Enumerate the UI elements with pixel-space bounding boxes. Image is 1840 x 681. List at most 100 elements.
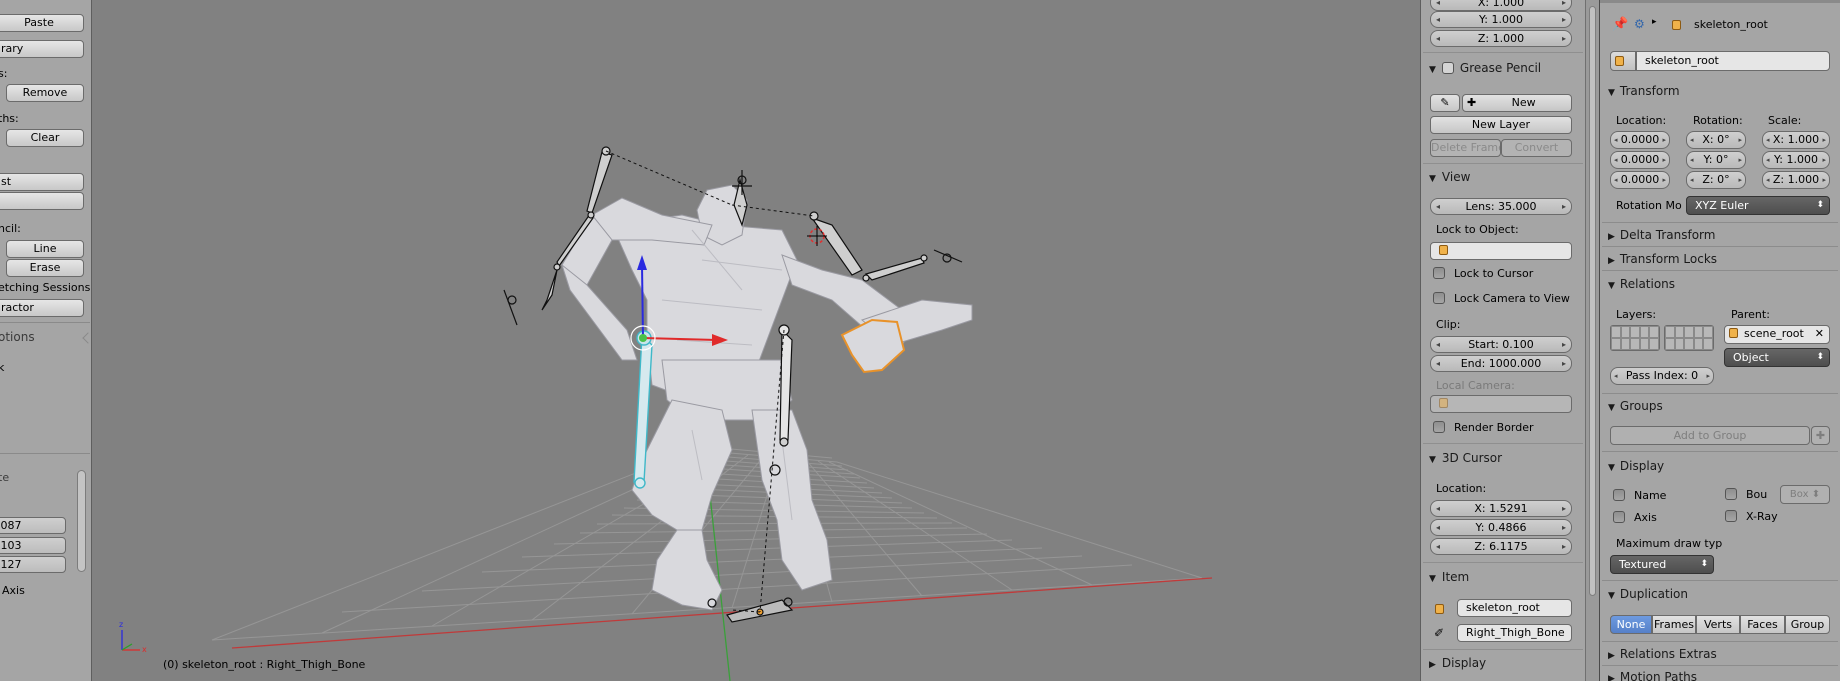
clip-label: Clip:	[1436, 318, 1461, 331]
duplication-none-button[interactable]: None	[1610, 615, 1652, 634]
rotation-mode-select[interactable]: XYZ Euler ⬍	[1686, 196, 1830, 215]
lock-to-cursor-checkbox[interactable]: Lock to Cursor	[1433, 267, 1533, 280]
convert-button[interactable]: Convert	[1501, 139, 1572, 157]
layers-grid-1[interactable]	[1610, 325, 1660, 351]
clip-end-field[interactable]: ◂ End: 1000.000 ▸	[1430, 355, 1572, 372]
clear-button[interactable]: Clear	[6, 129, 84, 147]
transform-locks-header[interactable]: ▶ Transform Locks	[1608, 252, 1717, 266]
close-icon: ✕	[1814, 327, 1824, 340]
relations-header[interactable]: ▼ Relations	[1608, 277, 1675, 291]
max-draw-type-select[interactable]: Textured ⬍	[1610, 555, 1714, 574]
dimension-y-field[interactable]: ◂ Y: 1.000 ▸	[1430, 11, 1572, 28]
bounds-checkbox[interactable]: Bou	[1725, 488, 1767, 501]
clip-start-field[interactable]: ◂ Start: 0.100 ▸	[1430, 336, 1572, 353]
resize-grip-icon[interactable]	[82, 332, 91, 344]
local-camera-field[interactable]	[1430, 395, 1572, 413]
display-header[interactable]: ▼ Display	[1608, 459, 1664, 473]
context-icon: ⚙	[1634, 17, 1645, 31]
panel-scrollbar[interactable]	[1585, 0, 1600, 681]
scrollbar[interactable]	[77, 470, 86, 572]
bounds-type-select[interactable]: Box ⬍	[1780, 485, 1830, 504]
rotation-y-field[interactable]: ◂ Y: 0° ▸	[1686, 151, 1746, 169]
scale-x-field[interactable]: ◂ X: 1.000 ▸	[1762, 131, 1830, 149]
library-button[interactable]: rary	[0, 40, 84, 58]
lock-object-field[interactable]	[1430, 242, 1572, 260]
name-checkbox[interactable]: Name	[1613, 489, 1666, 502]
view-properties-panel: ◂ X: 1.000 ▸ ◂ Y: 1.000 ▸ ◂ Z: 1.000 ▸ ▼ Grease…	[1420, 0, 1585, 681]
duplication-header[interactable]: ▼ Duplication	[1608, 587, 1688, 601]
value-field-2[interactable]: .103	[0, 537, 66, 554]
paste-button[interactable]: Paste	[0, 14, 84, 32]
object-name-field[interactable]: skeleton_root	[1636, 51, 1830, 71]
relations-extras-header[interactable]: ▶ Relations Extras	[1608, 647, 1717, 661]
cursor-location-label: Location:	[1436, 482, 1487, 495]
divider	[1423, 562, 1583, 563]
new-grease-pencil-button[interactable]: ✚ New	[1462, 94, 1572, 112]
divider	[1602, 665, 1838, 666]
view-header[interactable]: ▼ View	[1429, 170, 1470, 184]
pass-index-field[interactable]: ◂ Pass Index: 0 ▸	[1610, 367, 1714, 385]
blank-button[interactable]	[0, 192, 84, 210]
remove-button[interactable]: Remove	[6, 84, 84, 102]
duplication-frames-button[interactable]: Frames	[1652, 615, 1696, 634]
object-datablock-button[interactable]	[1610, 51, 1636, 71]
duplication-verts-button[interactable]: Verts	[1696, 615, 1740, 634]
dimension-x-field[interactable]: ◂ X: 1.000 ▸	[1430, 0, 1572, 11]
item-object-name-field[interactable]: skeleton_root	[1457, 599, 1572, 617]
pencil-label: ncil:	[0, 222, 21, 235]
location-label: Location:	[1616, 114, 1667, 127]
svg-text:z: z	[119, 620, 123, 629]
divider	[1602, 270, 1838, 271]
value-field-3[interactable]: .127	[0, 556, 66, 573]
add-to-group-button[interactable]: Add to Group	[1610, 426, 1810, 445]
list-button[interactable]: st	[0, 173, 84, 191]
groups-header[interactable]: ▼ Groups	[1608, 399, 1663, 413]
render-border-checkbox[interactable]: Render Border	[1433, 421, 1534, 434]
cursor-x-field[interactable]: ◂ X: 1.5291 ▸	[1430, 500, 1572, 517]
line-button[interactable]: Line	[6, 240, 84, 258]
erase-button[interactable]: Erase	[6, 259, 84, 277]
value-field-1[interactable]: .087	[0, 517, 66, 534]
rotation-x-field[interactable]: ◂ X: 0° ▸	[1686, 131, 1746, 149]
attractor-button[interactable]: ractor	[0, 299, 84, 317]
xray-checkbox[interactable]: X-Ray	[1725, 510, 1778, 523]
scrollbar-thumb[interactable]	[1589, 6, 1596, 596]
cursor-y-field[interactable]: ◂ Y: 0.4866 ▸	[1430, 519, 1572, 536]
transform-header[interactable]: ▼ Transform	[1608, 84, 1680, 98]
duplication-faces-button[interactable]: Faces	[1740, 615, 1785, 634]
motion-paths-header[interactable]: ▶ Motion Paths	[1608, 670, 1697, 681]
location-y-field[interactable]: ◂ 0.0000 ▸	[1610, 151, 1670, 169]
delete-frame-button[interactable]: Delete Frame	[1430, 139, 1501, 157]
new-layer-button[interactable]: New Layer	[1430, 116, 1572, 134]
grease-pencil-header[interactable]: ▼ Grease Pencil	[1429, 61, 1541, 75]
rotation-z-field[interactable]: ◂ Z: 0° ▸	[1686, 171, 1746, 189]
display-header[interactable]: ▶ Display	[1429, 656, 1486, 670]
parent-type-select[interactable]: Object ⬍	[1724, 348, 1830, 367]
options-header[interactable]: otions	[0, 330, 35, 344]
object-icon	[1672, 19, 1681, 32]
axis-checkbox[interactable]: Axis	[1613, 511, 1657, 524]
object-properties-panel: 📌 ⚙ ▸ skeleton_root skeleton_root ▼ Trans…	[1600, 0, 1840, 681]
add-group-plus-button[interactable]: ✚	[1811, 426, 1830, 445]
3d-viewport[interactable]: z x (0) skeleton_root : Right_Thigh_Bone	[92, 0, 1420, 681]
scale-z-field[interactable]: ◂ Z: 1.000 ▸	[1762, 171, 1830, 189]
duplication-group-button[interactable]: Group	[1785, 615, 1830, 634]
pencil-datablock-icon[interactable]: ✎	[1430, 94, 1460, 112]
3d-cursor-header[interactable]: ▼ 3D Cursor	[1429, 451, 1502, 465]
dimension-z-field[interactable]: ◂ Z: 1.000 ▸	[1430, 30, 1572, 47]
lens-field[interactable]: ◂ Lens: 35.000 ▸	[1430, 198, 1572, 215]
lock-camera-to-view-checkbox[interactable]: Lock Camera to View	[1433, 292, 1570, 305]
layers-grid-2[interactable]	[1664, 325, 1714, 351]
scale-label: Scale:	[1768, 114, 1802, 127]
location-z-field[interactable]: ◂ 0.0000 ▸	[1610, 171, 1670, 189]
pin-icon[interactable]: 📌	[1612, 17, 1628, 32]
location-x-field[interactable]: ◂ 0.0000 ▸	[1610, 131, 1670, 149]
item-bone-name-field[interactable]: Right_Thigh_Bone	[1457, 624, 1572, 642]
cursor-z-field[interactable]: ◂ Z: 6.1175 ▸	[1430, 538, 1572, 555]
axis-indicator: z x	[119, 620, 147, 654]
item-header[interactable]: ▼ Item	[1429, 570, 1469, 584]
delta-transform-header[interactable]: ▶ Delta Transform	[1608, 228, 1715, 242]
sketching-sessions-label[interactable]: etching Sessions	[0, 281, 90, 294]
parent-field[interactable]: scene_root ✕	[1724, 325, 1830, 344]
scale-y-field[interactable]: ◂ Y: 1.000 ▸	[1762, 151, 1830, 169]
